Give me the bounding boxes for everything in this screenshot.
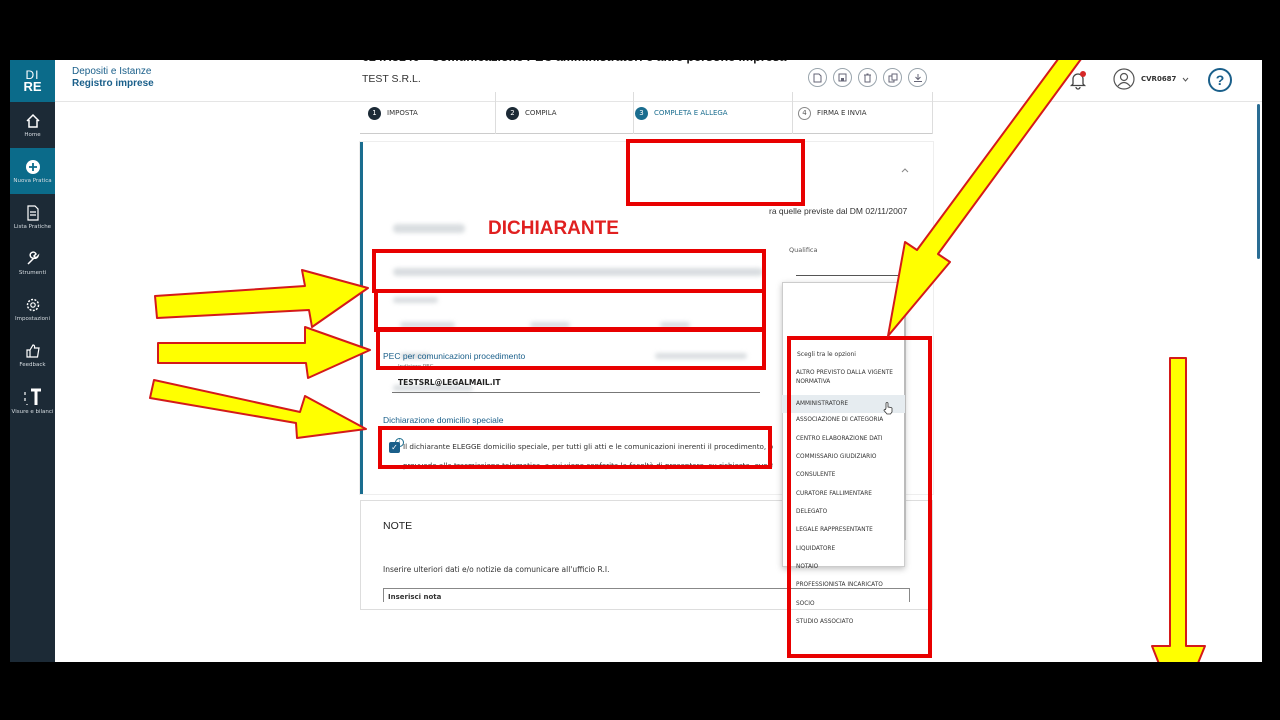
annotation-overlay: [149, 42, 1206, 713]
highlight-box-step: [626, 139, 805, 206]
arrow-diagonal: [887, 42, 1085, 337]
arrow-down: [1151, 357, 1206, 713]
highlight-box-description: [372, 249, 766, 293]
arrow-right-1: [154, 269, 369, 328]
arrow-right-2: [157, 326, 371, 379]
highlight-box-fields-row1: [374, 289, 766, 332]
letterbox-right: [1262, 0, 1280, 720]
video-frame: DI RE Home Nuova Pratica Lista Pratiche …: [0, 0, 1280, 720]
highlight-box-fields-row2: [376, 327, 766, 370]
arrow-right-3: [149, 379, 367, 439]
highlight-box-pec: [378, 426, 772, 469]
highlight-box-dropdown: [787, 336, 932, 658]
letterbox-left: [0, 0, 10, 720]
letterbox-bottom: [0, 662, 1280, 720]
letterbox-top: [0, 0, 1280, 60]
